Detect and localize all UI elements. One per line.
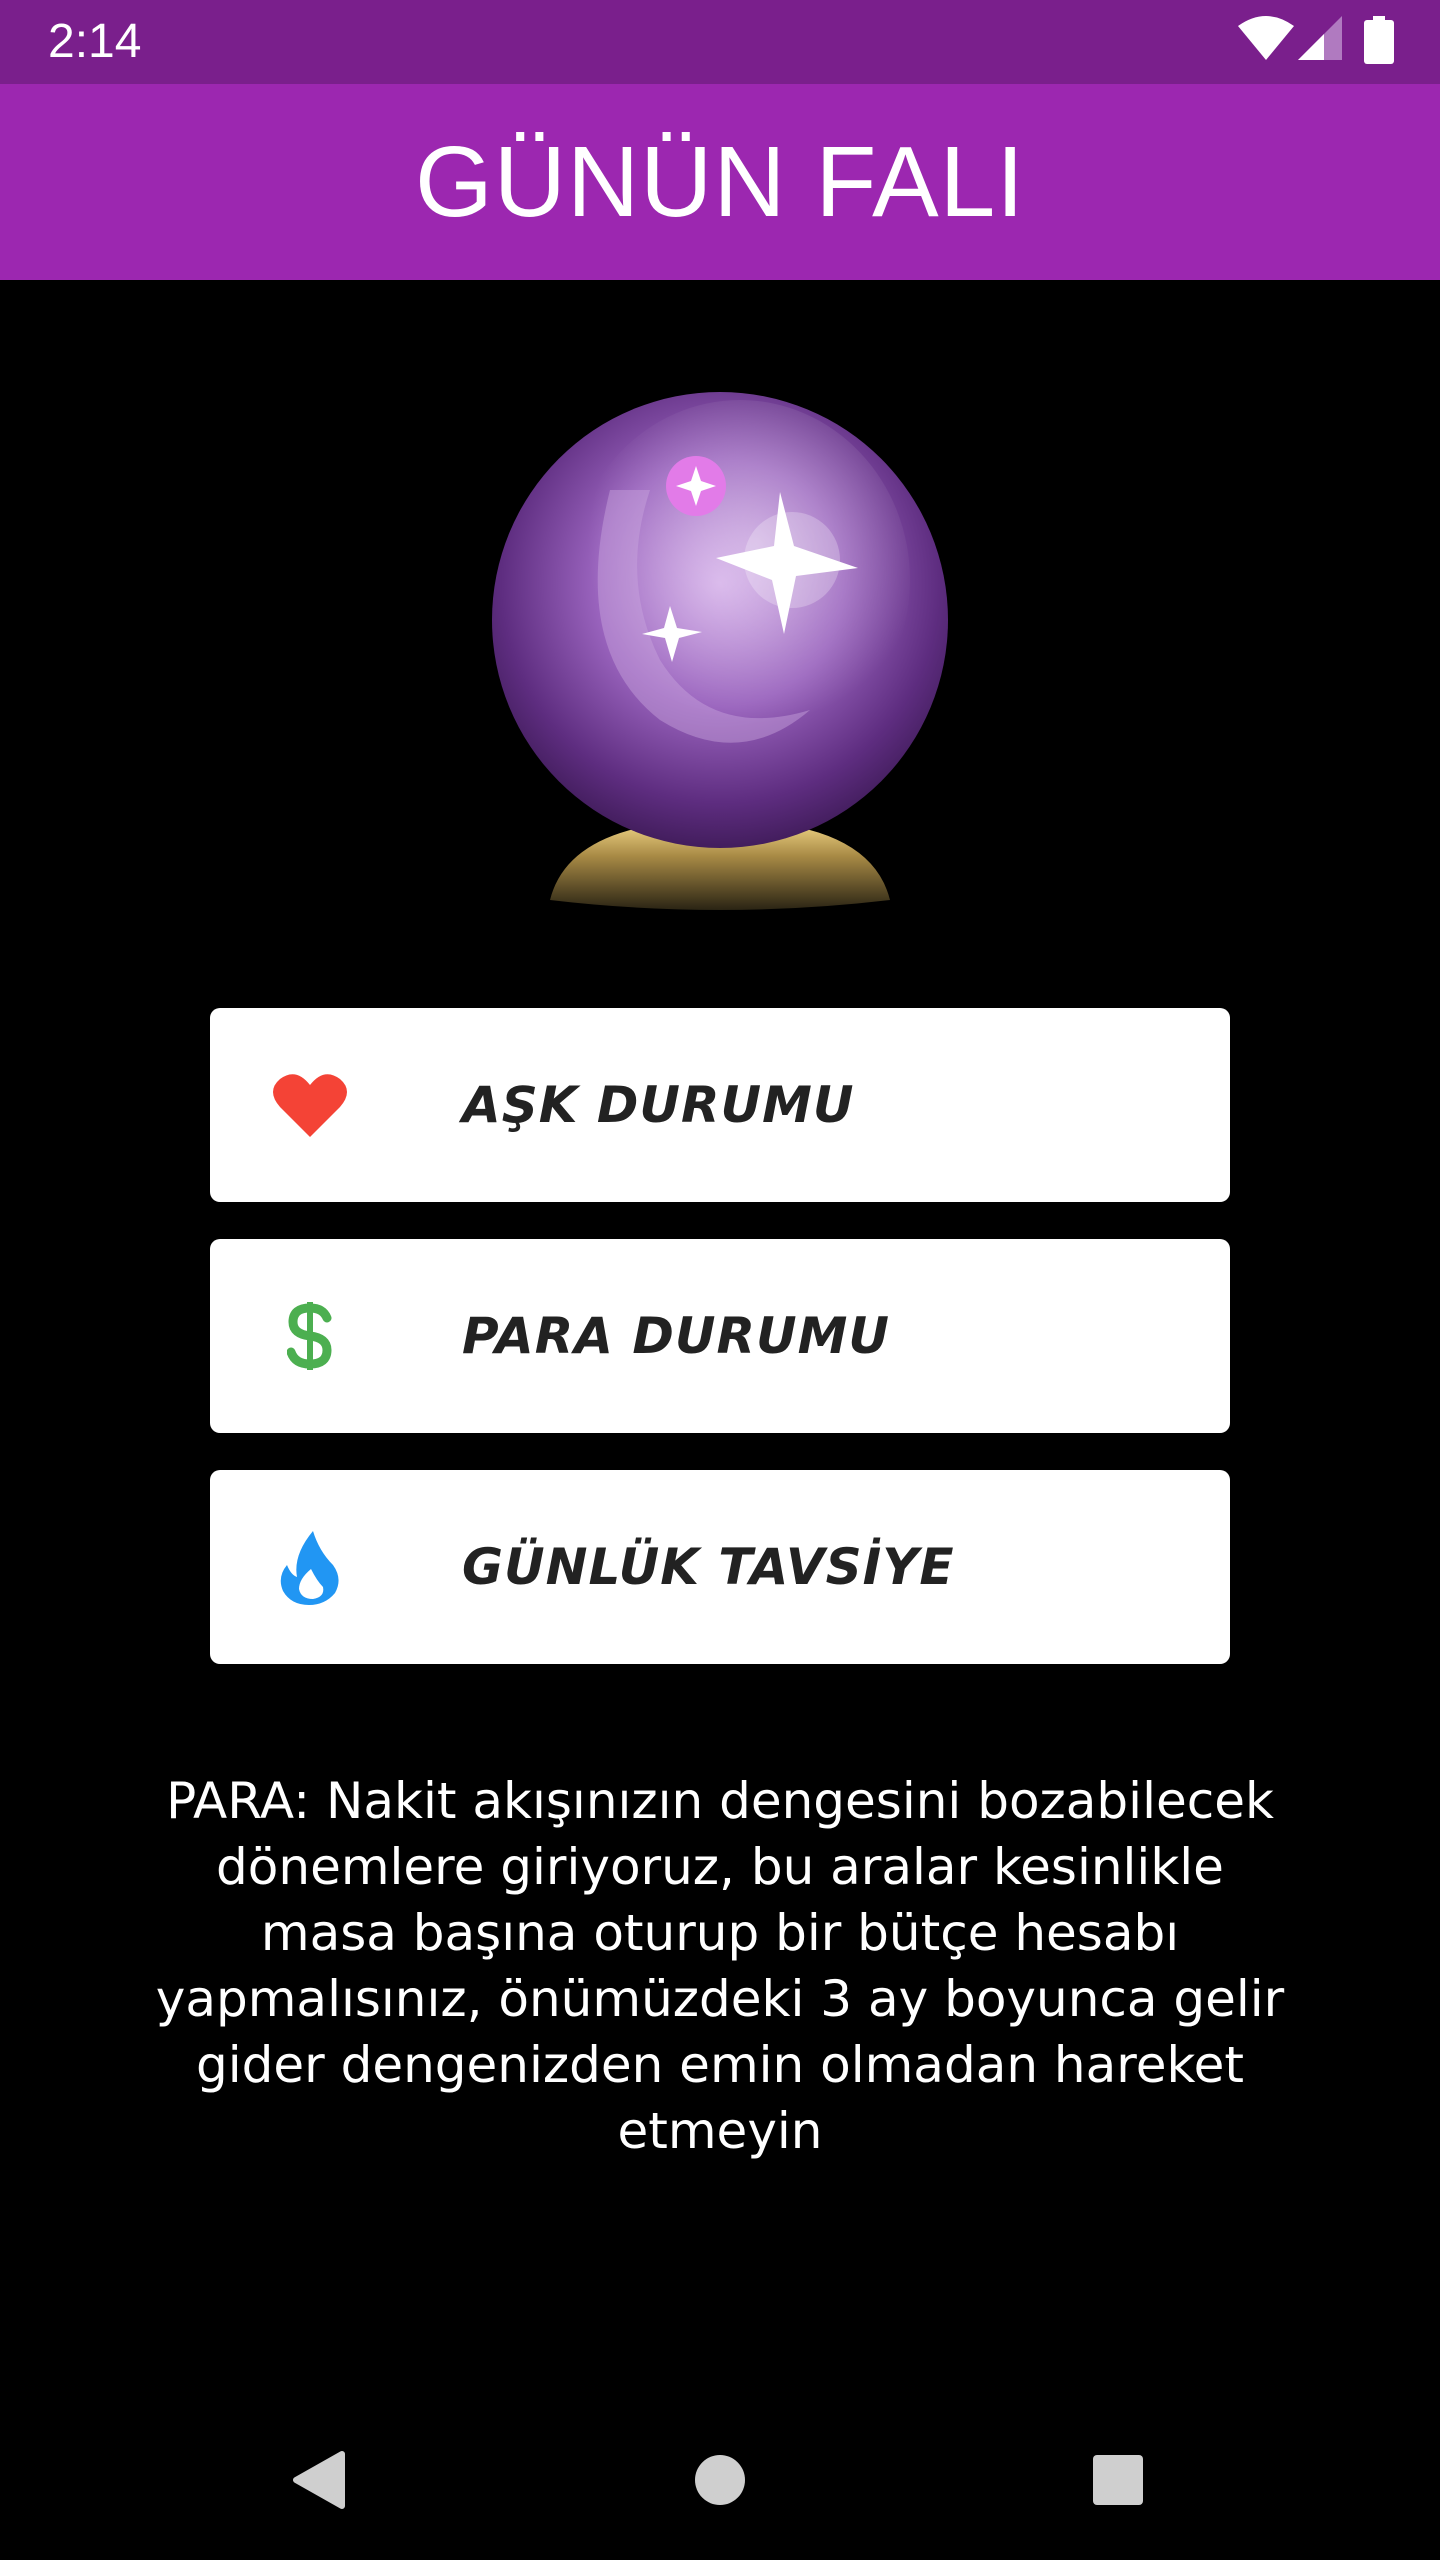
app-bar: GÜNÜN FALI: [0, 84, 1440, 280]
daily-advice-label: GÜNLÜK TAVSİYE: [462, 1538, 955, 1596]
battery-icon: [1364, 16, 1394, 64]
heart-icon: [268, 1063, 352, 1147]
flame-icon: [268, 1525, 352, 1609]
back-button[interactable]: [278, 2440, 358, 2520]
back-icon: [293, 2451, 345, 2509]
wifi-icon: [1238, 16, 1294, 60]
dollar-icon: [268, 1294, 352, 1378]
fortune-text: PARA: Nakit akışınızın dengesini bozabil…: [155, 1772, 1285, 2160]
status-time: 2:14: [48, 15, 142, 68]
money-status-label: PARA DURUMU: [462, 1307, 890, 1365]
home-icon: [695, 2455, 745, 2505]
status-bar: 2:14: [0, 0, 1440, 84]
recents-button[interactable]: [1078, 2440, 1158, 2520]
navigation-bar: [0, 2400, 1440, 2560]
money-status-button[interactable]: PARA DURUMU: [210, 1239, 1230, 1433]
recents-icon: [1093, 2455, 1143, 2505]
daily-advice-button[interactable]: GÜNLÜK TAVSİYE: [210, 1470, 1230, 1664]
status-icons: [1200, 16, 1400, 68]
app-title: GÜNÜN FALI: [414, 125, 1026, 238]
signal-icon: [1298, 16, 1342, 60]
love-status-button[interactable]: AŞK DURUMU: [210, 1008, 1230, 1202]
home-button[interactable]: [680, 2440, 760, 2520]
love-status-label: AŞK DURUMU: [462, 1076, 855, 1134]
crystal-ball-image: [492, 392, 948, 910]
